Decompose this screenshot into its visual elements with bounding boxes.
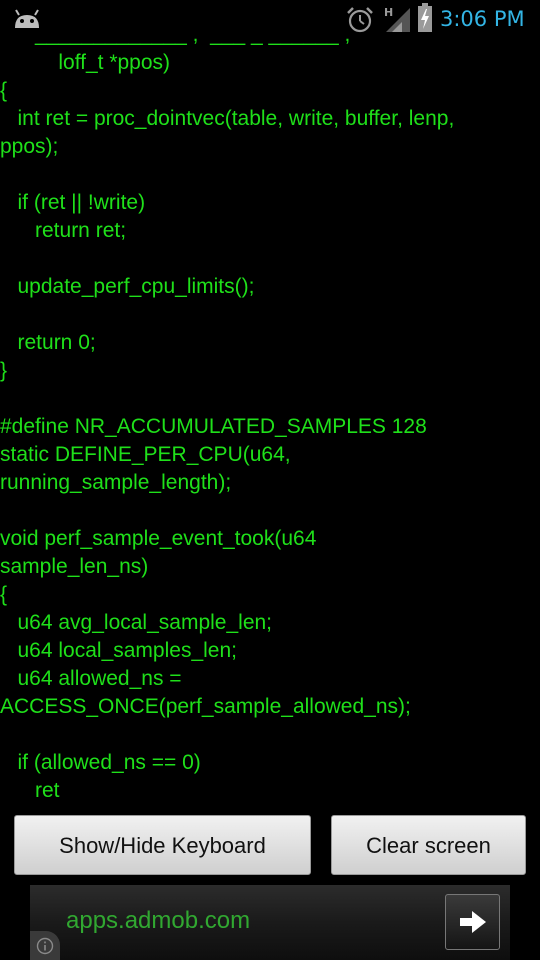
terminal-output[interactable]: _____________ , ___ _ ______ , loff_t *p…: [0, 38, 540, 810]
show-hide-keyboard-button[interactable]: Show/Hide Keyboard: [14, 815, 311, 875]
status-bar: H 3:06 PM: [0, 0, 540, 38]
ad-banner[interactable]: apps.admob.com: [30, 885, 510, 960]
signal-icon: H: [382, 4, 410, 32]
right-arrow-icon: [460, 911, 486, 933]
info-icon[interactable]: [30, 931, 60, 960]
ad-arrow-button[interactable]: [445, 894, 500, 950]
terminal-text: _____________ , ___ _ ______ , loff_t *p…: [0, 38, 455, 802]
battery-charging-icon: [417, 3, 433, 33]
ad-text[interactable]: apps.admob.com: [66, 905, 250, 937]
alarm-icon: [346, 6, 374, 34]
clear-screen-button[interactable]: Clear screen: [331, 815, 526, 875]
network-type-label: H: [384, 6, 393, 19]
status-clock: 3:06 PM: [440, 7, 525, 31]
android-notification-icon: [12, 9, 42, 29]
